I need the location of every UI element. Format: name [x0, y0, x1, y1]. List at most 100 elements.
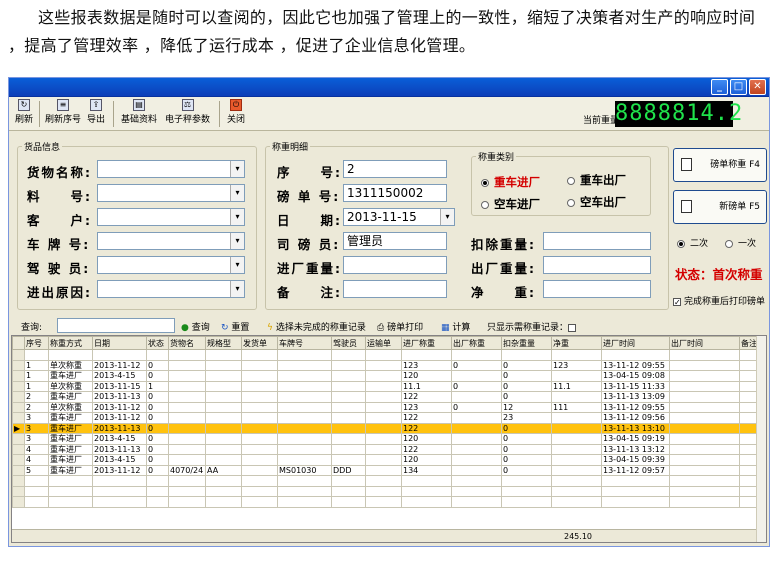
row-header[interactable] [12, 412, 25, 424]
column-header[interactable]: 状态 [146, 336, 169, 350]
ticket-input[interactable]: 1311150002 [343, 184, 447, 202]
chevron-down-icon[interactable]: ▾ [230, 233, 244, 249]
table-row[interactable]: 2 单次称重 2013-11-12 0 123 0 12 111 13-11-12 09:55 [12, 401, 759, 413]
row-header[interactable] [12, 380, 25, 392]
driver-select[interactable]: ▾ [97, 256, 245, 274]
row-header[interactable]: ▶ [12, 422, 25, 434]
table-cell [451, 443, 502, 455]
row-header[interactable] [12, 443, 25, 455]
column-header[interactable]: 称重方式 [48, 336, 93, 350]
row-header[interactable] [12, 433, 25, 445]
in-weight-input[interactable] [343, 256, 447, 274]
close-button[interactable]: ⏻ 关闭 [227, 99, 245, 125]
column-header[interactable]: 出厂称重 [451, 336, 502, 350]
vertical-scrollbar[interactable] [756, 336, 766, 542]
chevron-down-icon[interactable]: ▾ [440, 209, 454, 225]
chevron-down-icon[interactable]: ▾ [230, 257, 244, 273]
query-input[interactable] [57, 318, 175, 333]
column-header[interactable]: 日期 [92, 336, 147, 350]
column-header[interactable]: 发货单 [241, 336, 278, 350]
column-header[interactable]: 净重 [551, 336, 602, 350]
table-cell: AA [205, 464, 242, 476]
table-row[interactable]: 1 重车进厂 2013-4-15 0 120 0 13-04-15 09:08 [12, 370, 759, 382]
table-row[interactable]: 2 重车进厂 2013-11-13 0 122 0 13-11-13 13:09 [12, 391, 759, 403]
goods-name-select[interactable]: ▾ [97, 160, 245, 178]
out-weight-input[interactable] [543, 256, 651, 274]
table-cell [241, 464, 278, 476]
empty-in-radio[interactable]: 空车进厂 [481, 196, 540, 212]
maximize-button[interactable]: □ [730, 79, 747, 95]
base-data-button[interactable]: ▤ 基础资料 [121, 99, 157, 125]
column-header[interactable]: 序号 [24, 336, 49, 350]
row-header[interactable] [12, 464, 25, 476]
chevron-down-icon[interactable]: ▾ [230, 161, 244, 177]
column-header[interactable]: 进厂时间 [601, 336, 670, 350]
plate-select[interactable]: ▾ [97, 232, 245, 250]
table-cell: 2013-11-12 [92, 359, 147, 371]
table-row[interactable]: 1 单次称重 2013-11-12 0 123 0 0 123 13-11-12 09:55 [12, 359, 759, 371]
refresh-serial-button[interactable]: ≡ 刷新序号 [45, 99, 81, 125]
customer-select[interactable]: ▾ [97, 208, 245, 226]
row-header[interactable] [12, 370, 25, 382]
column-header[interactable]: 车牌号 [277, 336, 332, 350]
table-row[interactable]: 4 重车进厂 2013-11-13 0 122 0 13-11-13 13:12 [12, 443, 759, 455]
goods-info-legend: 货品信息 [24, 143, 61, 153]
row-header[interactable] [12, 454, 25, 466]
net-input[interactable] [543, 280, 651, 298]
column-header[interactable]: 货物名 [168, 336, 206, 350]
table-row[interactable]: ▶ 3 重车进厂 2013-11-13 0 122 0 13-11-13 13:10 [12, 422, 759, 434]
row-header[interactable] [12, 391, 25, 403]
table-row[interactable]: 5 重车进厂 2013-11-12 0 4070/24 AA MS01030 DDD 134 0 1… [12, 464, 759, 476]
table-row[interactable]: 4 重车进厂 2013-4-15 0 120 0 13-04-15 09:39 [12, 454, 759, 466]
scale-params-button[interactable]: ⚖ 电子秤参数 [165, 99, 210, 125]
query-button[interactable]: ● 查询 [181, 320, 210, 333]
export-button[interactable]: ⇪ 导出 [87, 99, 105, 125]
table-cell: 11.1 [551, 380, 602, 392]
column-header[interactable]: 规格型 [205, 336, 242, 350]
serial-input[interactable]: 2 [343, 160, 447, 178]
minimize-button[interactable]: _ [711, 79, 728, 95]
close-window-button[interactable]: ✕ [749, 79, 766, 95]
reason-select[interactable]: ▾ [97, 280, 245, 298]
table-row[interactable]: 3 重车进厂 2013-4-15 0 120 0 13-04-15 09:19 [12, 433, 759, 445]
refresh-button[interactable]: ↻ 刷新 [15, 99, 33, 125]
column-header[interactable]: 进厂称重 [401, 336, 452, 350]
heavy-out-radio[interactable]: 重车出厂 [567, 172, 626, 188]
weigh-type-legend: 称重类别 [478, 153, 515, 163]
table-cell: 111 [551, 401, 602, 413]
calculate-button[interactable]: ▦ 计算 [441, 320, 470, 333]
table-cell: 122 [401, 443, 452, 455]
row-header[interactable] [12, 401, 25, 413]
column-header[interactable]: 驾驶员 [331, 336, 366, 350]
table-cell [365, 464, 402, 476]
table-row[interactable]: 1 单次称重 2013-11-15 1 11.1 0 0 11.1 13-11-15 11:33 [12, 380, 759, 392]
empty-out-radio[interactable]: 空车出厂 [567, 194, 626, 210]
print-after-checkbox[interactable]: ✓ 完成称重后打印磅单 [673, 294, 765, 307]
chevron-down-icon[interactable]: ▾ [230, 281, 244, 297]
column-header[interactable]: 运输单 [365, 336, 402, 350]
table-cell [277, 422, 332, 434]
row-header[interactable] [12, 359, 25, 371]
date-picker[interactable]: 2013-11-15 ▾ [343, 208, 455, 226]
material-select[interactable]: ▾ [97, 184, 245, 202]
select-unfinished-button[interactable]: ϟ 选择未完成的称重记录 [267, 320, 366, 333]
table-cell: 重车进厂 [48, 464, 93, 476]
new-ticket-button[interactable]: 新磅单 F5 [673, 190, 767, 224]
only-show-checkbox[interactable]: 只显示需称重记录： [487, 320, 579, 333]
chevron-down-icon[interactable]: ▾ [230, 185, 244, 201]
note-input[interactable] [343, 280, 447, 298]
heavy-in-radio[interactable]: 重车进厂 [481, 174, 540, 190]
table-cell [241, 422, 278, 434]
operator-input[interactable]: 管理员 [343, 232, 447, 250]
table-row[interactable]: 3 重车进厂 2013-11-12 0 122 23 13-11-12 09:56 [12, 412, 759, 424]
chevron-down-icon[interactable]: ▾ [230, 209, 244, 225]
reset-button[interactable]: ↻ 重置 [221, 320, 249, 333]
twice-radio[interactable]: 二次 [677, 236, 708, 249]
deduct-input[interactable] [543, 232, 651, 250]
radio-icon [481, 200, 489, 209]
column-header[interactable]: 扣杂重量 [501, 336, 552, 350]
weigh-ticket-button[interactable]: 磅单称重 F4 [673, 148, 767, 182]
once-radio[interactable]: 一次 [725, 236, 756, 249]
print-ticket-button[interactable]: ⎙ 磅单打印 [377, 320, 423, 333]
column-header[interactable]: 出厂时间 [669, 336, 740, 350]
